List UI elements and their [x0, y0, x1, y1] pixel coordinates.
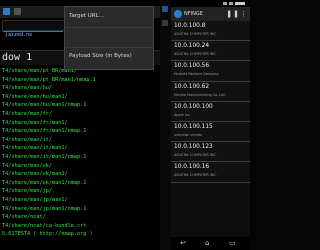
terminal-line: 5.61TEST4 ( http://nmap.org ) — [2, 231, 93, 238]
device-ip: 10.0.100.56 — [174, 63, 210, 70]
device-ip: 10.0.100.16 — [174, 164, 210, 171]
terminal-line: T4/share/man/fr/man1/ — [2, 119, 68, 126]
device-vendor: ASUSTek COMPUTER INC. — [174, 153, 217, 158]
device-vendor: unknown vendor — [174, 132, 203, 137]
device-vendor: Apple Inc. — [174, 112, 191, 117]
target-host-value: jazzed.ne — [5, 32, 33, 38]
terminal-line: T4/share/man/it/ — [2, 136, 52, 143]
device-list: 10.0.100.8 ASUSTek COMPUTER INC. 10.0.10… — [171, 21, 250, 183]
menu-item-label: Target URL... — [69, 13, 104, 19]
recent-apps-icon[interactable]: ▭ — [229, 239, 236, 247]
terminal-screen: jazzed.ne dow 1 T4/share/man/pt_BR/man1/… — [0, 0, 160, 250]
terminal-line: T4/share/man/it/man1/nmap.1 — [2, 153, 87, 160]
wifi-icon — [223, 2, 227, 5]
terminal-output: T4/share/man/pt_BR/man1/ T4/share/man/pt… — [2, 67, 160, 239]
terminal-line: T4/share/man/jp/man1/ — [2, 196, 68, 203]
terminal-line: T4/share/ncat/ca-bundle.crt — [2, 222, 87, 229]
terminal-line: T4/share/ncat/ — [2, 214, 46, 221]
device-row[interactable]: 10.0.100.56 Hewlett-Packard Company — [171, 61, 250, 82]
app-name: NFINGE — [184, 11, 203, 17]
device-vendor: ASUSTek COMPUTER INC. — [174, 52, 217, 57]
terminal-line: T4/share/man/it/man1/ — [2, 145, 68, 152]
device-row[interactable]: 10.0.100.8 ASUSTek COMPUTER INC. — [171, 21, 250, 42]
device-ip: 10.0.100.24 — [174, 43, 210, 50]
scanner-screen: NFINGE ❚❚⋮ 10.0.100.8 ASUSTek COMPUTER I… — [171, 0, 250, 250]
navigation-bar: ↩ ⌂ ▭ — [171, 237, 250, 250]
app-icon — [3, 8, 10, 15]
options-popup-menu: Target URL... Payload Size (in Bytes) — [64, 6, 154, 70]
battery-icon — [235, 2, 245, 5]
terminal-line: T4/share/man/sk/ — [2, 162, 52, 169]
app-logo-icon — [174, 10, 182, 18]
pause-icon[interactable]: ❚❚ — [226, 10, 240, 18]
device-ip: 10.0.100.100 — [174, 103, 213, 110]
app-bar: NFINGE ❚❚⋮ — [171, 7, 250, 21]
menu-item-label: Payload Size (in Bytes) — [69, 53, 132, 59]
terminal-line: T4/share/man/fr/man1/nmap.1 — [2, 128, 87, 135]
menu-icon[interactable] — [14, 8, 21, 15]
device-row[interactable]: 10.0.100.115 unknown vendor — [171, 121, 250, 143]
device-row[interactable]: 10.0.100.100 Apple Inc. — [171, 101, 250, 122]
signal-icon — [229, 2, 233, 5]
terminal-line: T4/share/man/pt_BR/man1/nmap.1 — [2, 76, 96, 83]
terminal-line: T4/share/man/hu/ — [2, 85, 52, 92]
back-icon[interactable]: ↩ — [180, 239, 186, 247]
overflow-menu-icon[interactable]: ⋮ — [240, 10, 248, 18]
target-host-field[interactable]: jazzed.ne — [2, 20, 66, 38]
menu-item-empty[interactable] — [65, 27, 153, 48]
toolbar-actions: ❚❚⋮ — [226, 10, 248, 18]
menu-item-payload-size[interactable]: Payload Size (in Bytes) — [65, 47, 153, 67]
device-vendor: ASUSTek COMPUTER INC. — [174, 173, 217, 178]
device-ip: 10.0.100.115 — [174, 123, 213, 130]
terminal-line: T4/share/man/jp/ — [2, 188, 52, 195]
home-icon[interactable]: ⌂ — [205, 239, 209, 247]
device-vendor: ASUSTek COMPUTER INC. — [174, 32, 217, 36]
app-icon — [162, 6, 168, 12]
terminal-line: T4/share/man/hu/man1/ — [2, 93, 68, 100]
terminal-line: T4/share/man/fr/ — [2, 110, 52, 117]
device-vendor: Murata Manufacturing Co.,Ltd. — [174, 92, 226, 97]
device-row[interactable]: 10.0.100.123 ASUSTek COMPUTER INC. — [171, 142, 250, 163]
device-row[interactable]: 10.0.100.24 ASUSTek COMPUTER INC. — [171, 41, 250, 62]
device-ip: 10.0.100.123 — [174, 144, 213, 151]
device-ip: 10.0.100.8 — [174, 23, 206, 29]
device-ip: 10.0.100.62 — [174, 83, 210, 90]
device-vendor: Hewlett-Packard Company — [174, 72, 219, 77]
menu-item-target-url[interactable]: Target URL... — [65, 7, 153, 28]
terminal-line: T4/share/man/hu/man1/nmap.1 — [2, 102, 87, 109]
app-icon — [162, 20, 168, 26]
device-row[interactable]: 10.0.100.62 Murata Manufacturing Co.,Ltd… — [171, 81, 250, 102]
background-strip — [160, 0, 171, 250]
terminal-line: T4/share/man/sk/man1/nmap.1 — [2, 179, 87, 186]
terminal-window-title: dow 1 — [2, 52, 33, 63]
field-underline — [3, 31, 63, 32]
terminal-line: T4/share/man/jp/man1/nmap.1 — [2, 205, 87, 212]
terminal-line: T4/share/man/sk/man1/ — [2, 171, 68, 178]
status-bar — [171, 0, 250, 7]
device-row[interactable]: 10.0.100.16 ASUSTek COMPUTER INC. — [171, 162, 250, 183]
